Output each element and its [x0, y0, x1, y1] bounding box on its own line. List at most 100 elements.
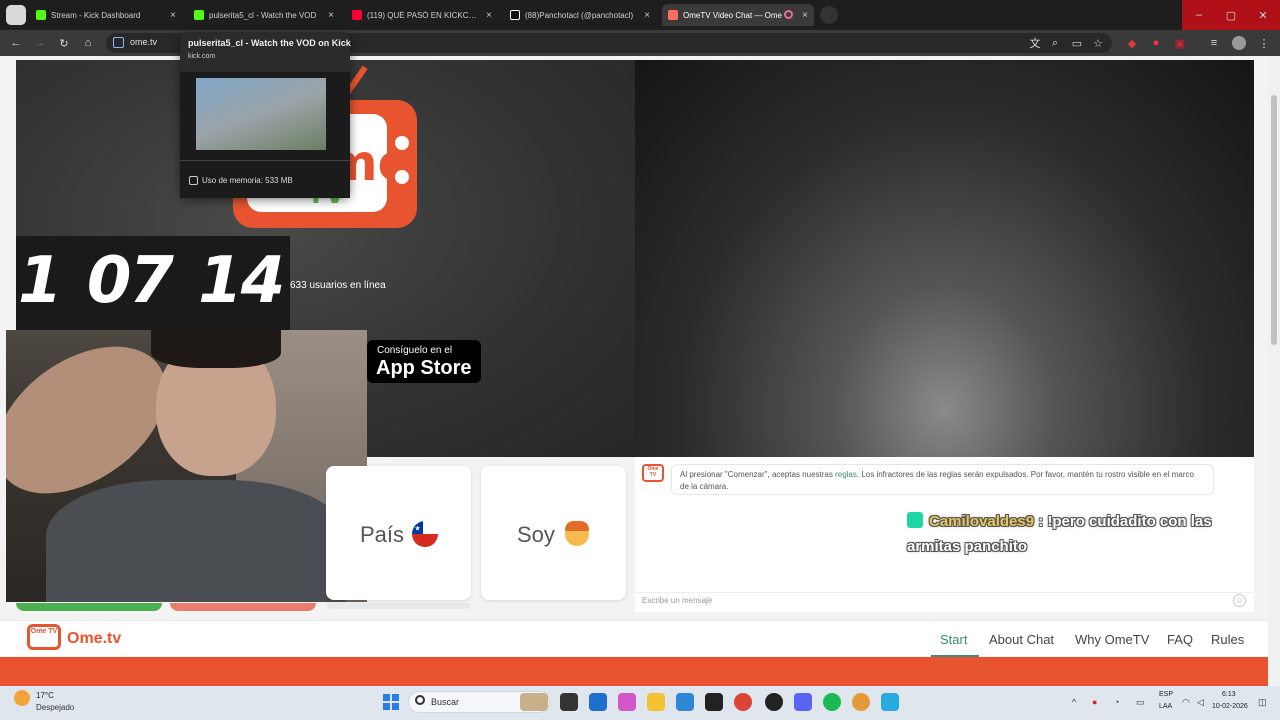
kick-favicon-icon: [36, 10, 46, 20]
maximize-button[interactable]: ▢: [1214, 0, 1248, 30]
weather-sun-icon[interactable]: [14, 690, 30, 706]
kick-favicon-icon: [194, 10, 204, 20]
tab-kick-dashboard[interactable]: Stream - Kick Dashboard ×: [30, 4, 182, 26]
kebab-menu-icon[interactable]: ⋮: [1256, 35, 1272, 51]
chat-username: Camilovaldes9: [929, 513, 1035, 530]
profile-icon[interactable]: [6, 5, 26, 25]
weather-description[interactable]: Despejado: [36, 703, 74, 712]
app-icon[interactable]: [676, 693, 694, 711]
footer-banner: [0, 657, 1268, 686]
close-tab-icon[interactable]: ×: [328, 10, 334, 21]
close-tab-icon[interactable]: ×: [170, 10, 176, 21]
volume-icon[interactable]: ◁: [1197, 697, 1204, 708]
extension-icon[interactable]: ●: [1148, 35, 1164, 51]
kick-chat-overlay-message: Camilovaldes9 : !pero cuidadito con las …: [907, 509, 1237, 559]
nav-rules[interactable]: Rules: [1211, 632, 1244, 647]
nav-about-chat[interactable]: About Chat: [989, 632, 1054, 647]
epic-games-icon[interactable]: [705, 693, 723, 711]
country-label: País: [360, 522, 405, 547]
svg-text:★: ★: [414, 525, 420, 533]
tray-monitor-icon[interactable]: ▭: [1136, 697, 1145, 708]
close-tab-icon[interactable]: ×: [802, 10, 808, 21]
file-explorer-icon[interactable]: [647, 693, 665, 711]
bookmark-star-icon[interactable]: ☆: [1090, 35, 1106, 51]
cast-icon[interactable]: ▭: [1069, 35, 1085, 51]
gender-filter-card[interactable]: Soy: [481, 466, 626, 600]
translate-icon[interactable]: 文: [1027, 35, 1043, 51]
wifi-icon[interactable]: ◠: [1182, 697, 1190, 708]
ometv-chat-logo-icon: Ome TV: [642, 464, 664, 482]
avatar[interactable]: [1232, 36, 1246, 50]
language-indicator[interactable]: ESP: [1159, 691, 1173, 698]
country-filter-card[interactable]: País ★: [326, 466, 471, 600]
minimize-button[interactable]: –: [1182, 0, 1216, 30]
tab-title: (119) QUÉ PASÓ EN KICKCHILE: [367, 10, 481, 20]
tab-ometv[interactable]: OmeTV Video Chat — Ome ×: [662, 4, 814, 26]
zoom-icon[interactable]: ⌕: [1047, 35, 1063, 51]
rules-link[interactable]: reglas: [835, 470, 857, 479]
logo-knob: [395, 170, 409, 184]
nav-why-ometv[interactable]: Why OmeTV: [1075, 632, 1149, 647]
emoji-icon[interactable]: ☺: [1233, 594, 1246, 607]
url-text[interactable]: ome.tv: [130, 37, 157, 47]
obs-icon[interactable]: [765, 693, 783, 711]
spotify-icon[interactable]: [823, 693, 841, 711]
stranger-video-panel: [635, 60, 1254, 457]
extension-icon[interactable]: ▣: [1172, 35, 1188, 51]
tab-youtube[interactable]: (119) QUÉ PASÓ EN KICKCHILE ×: [346, 4, 498, 26]
keyboard-layout[interactable]: LAA: [1159, 703, 1172, 710]
close-tab-icon[interactable]: ×: [644, 10, 650, 21]
store-icon[interactable]: [589, 693, 607, 711]
close-tab-icon[interactable]: ×: [486, 10, 492, 21]
chrome-icon[interactable]: [734, 693, 752, 711]
site-info-icon[interactable]: [113, 37, 124, 48]
extension-icon[interactable]: ◆: [1124, 35, 1140, 51]
nav-faq[interactable]: FAQ: [1167, 632, 1193, 647]
youtube-favicon-icon: [352, 10, 362, 20]
home-icon[interactable]: ⌂: [80, 35, 96, 51]
kick-badge-icon: [907, 512, 923, 528]
tab-hover-card: pulserita5_cl - Watch the VOD on Kick ki…: [180, 32, 351, 198]
forward-arrow-icon[interactable]: →: [32, 35, 48, 51]
app-icon[interactable]: [881, 693, 899, 711]
ometv-footer-logo-icon[interactable]: Ome TV: [27, 624, 61, 650]
tray-network-icon[interactable]: ◔: [1114, 697, 1119, 707]
footer-logo-text[interactable]: Ome.tv: [67, 630, 121, 648]
appstore-big-text: App Store: [376, 357, 472, 379]
task-view-icon[interactable]: [560, 693, 578, 711]
taskbar-search-text[interactable]: Buscar: [431, 697, 459, 707]
message-input[interactable]: [635, 592, 1254, 612]
message-placeholder[interactable]: Escribe un mensaje: [642, 596, 712, 605]
clock-time[interactable]: 6:13: [1222, 691, 1236, 698]
tab-bar: Stream - Kick Dashboard × pulserita5_cl …: [0, 0, 1280, 30]
notification-icon[interactable]: ◫: [1258, 697, 1267, 708]
close-window-button[interactable]: ✕: [1246, 0, 1280, 30]
copilot-icon[interactable]: [618, 693, 636, 711]
tray-chevron-icon[interactable]: ^: [1072, 697, 1076, 707]
hovercard-title: pulserita5_cl - Watch the VOD on Kick: [188, 38, 351, 48]
reload-icon[interactable]: ↻: [56, 35, 72, 51]
stop-button[interactable]: [170, 603, 316, 611]
app-store-badge[interactable]: Consíguelo en el App Store: [367, 340, 481, 383]
nav-start[interactable]: Start: [940, 632, 967, 647]
discord-icon[interactable]: [794, 693, 812, 711]
scrollbar-thumb[interactable]: [1271, 95, 1277, 345]
tab-kick-vod[interactable]: pulserita5_cl - Watch the VOD ×: [188, 4, 340, 26]
search-icon: [415, 695, 425, 705]
appstore-small-text: Consíguelo en el: [377, 345, 453, 356]
windows-start-icon[interactable]: [383, 694, 399, 710]
tray-app-icon[interactable]: ●: [1092, 697, 1097, 707]
windows-taskbar: [0, 686, 1280, 720]
menu-list-icon[interactable]: ≡: [1206, 35, 1222, 51]
weather-temperature[interactable]: 17°C: [36, 691, 54, 700]
new-tab-button[interactable]: [820, 6, 838, 24]
tab-title: (88)Panchotacl (@panchotacl): [525, 10, 634, 20]
tab-tiktok[interactable]: (88)Panchotacl (@panchotacl) ×: [504, 4, 656, 26]
logo-knob: [395, 136, 409, 150]
tiktok-favicon-icon: [510, 10, 520, 20]
chrome-profile-icon[interactable]: [852, 693, 870, 711]
clock-date[interactable]: 10-02-2026: [1212, 703, 1248, 710]
ometv-favicon-icon: [668, 10, 678, 20]
start-button[interactable]: [16, 603, 162, 611]
back-arrow-icon[interactable]: ←: [8, 35, 24, 51]
